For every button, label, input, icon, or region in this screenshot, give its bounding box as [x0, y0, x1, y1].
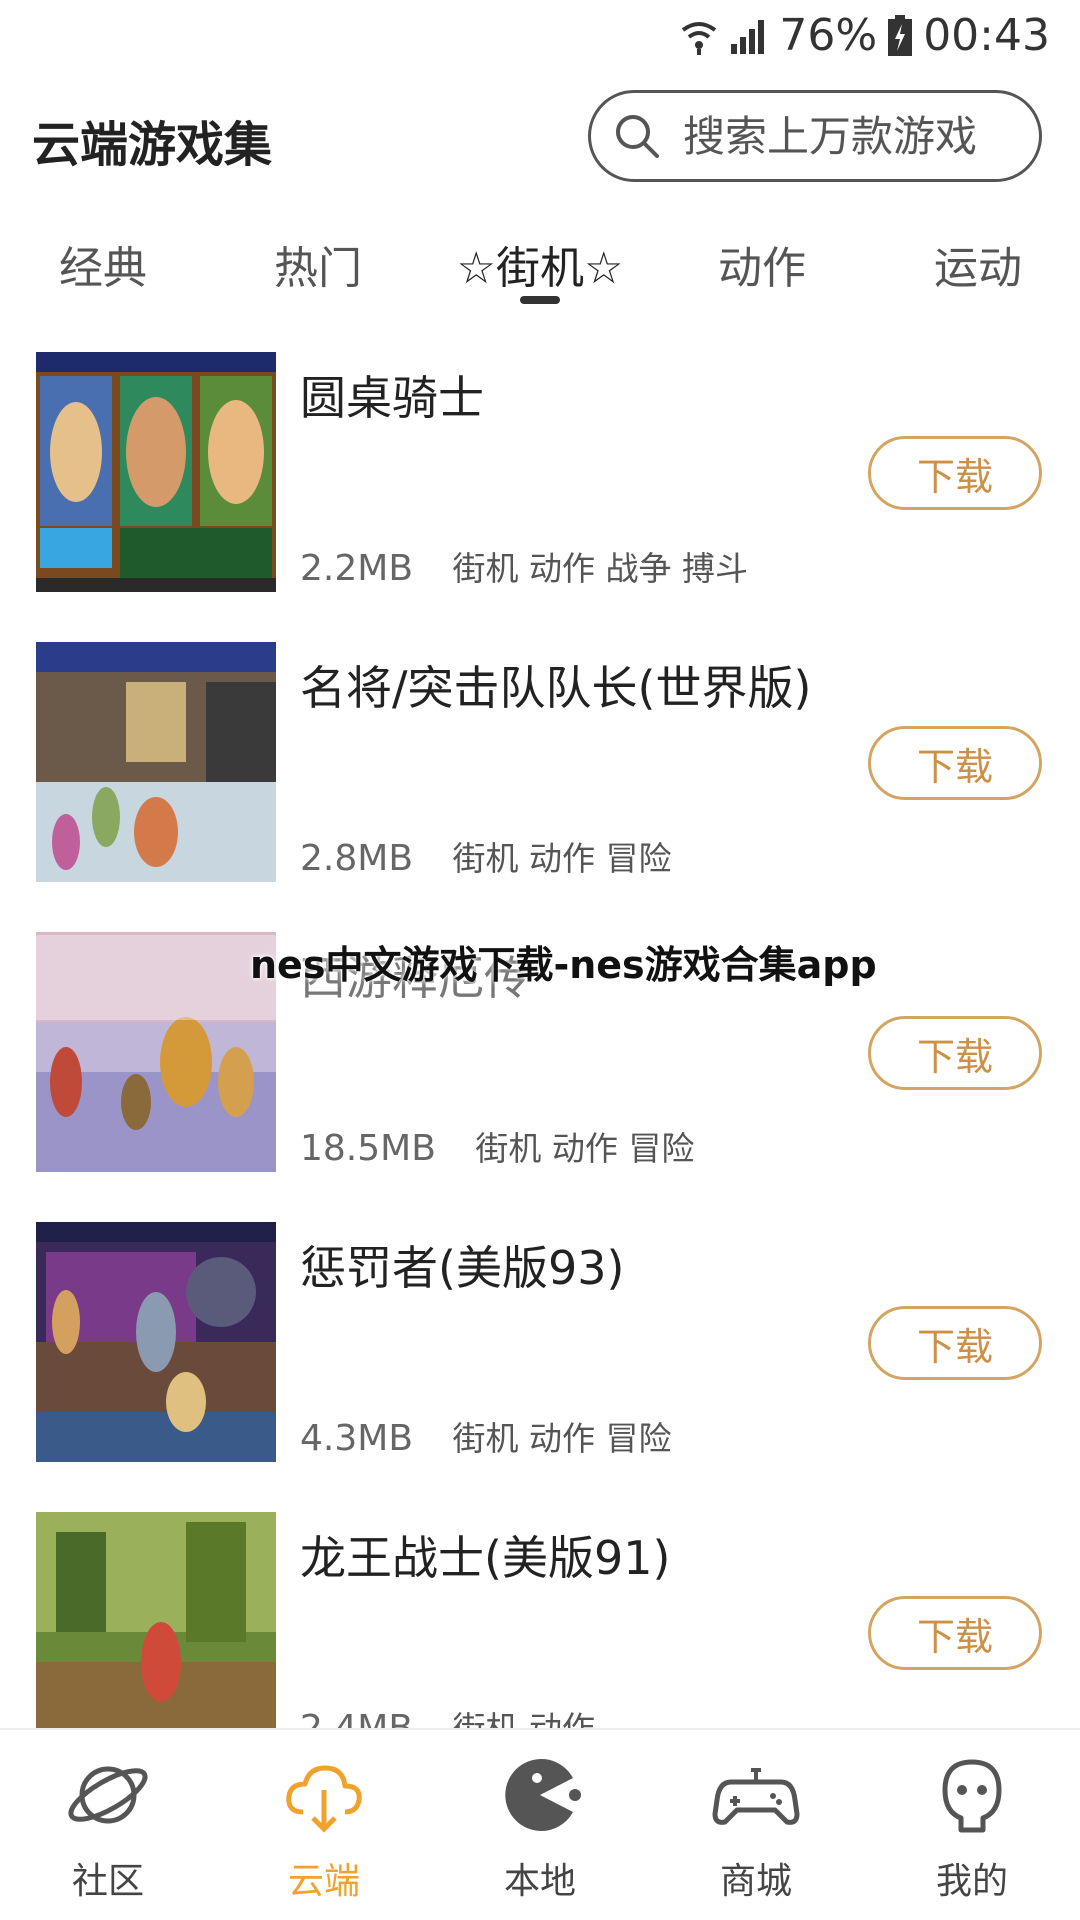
game-tags: 街机 动作 冒险: [475, 1129, 695, 1168]
status-bar: 76% 00:43: [0, 0, 1080, 72]
nav-local[interactable]: 本地: [465, 1750, 615, 1904]
watermark-band: [36, 935, 276, 1020]
game-size: 18.5MB: [300, 1128, 436, 1169]
game-tags: 街机 动作 冒险: [452, 1419, 672, 1458]
watermark-text: nes中文游戏下载-nes游戏合集app: [250, 943, 877, 987]
tab-action[interactable]: 动作: [718, 232, 806, 296]
nav-cloud[interactable]: 云端: [249, 1750, 399, 1904]
tab-indicator: [520, 296, 560, 304]
game-meta: 2.8MB 街机 动作 冒险: [300, 832, 671, 880]
game-size: 4.3MB: [300, 1418, 414, 1459]
tab-classic[interactable]: 经典: [59, 232, 147, 296]
tab-hot[interactable]: 热门: [274, 232, 362, 296]
pacman-icon: [505, 1759, 581, 1831]
clock: 00:43: [923, 10, 1050, 61]
nav-label: 云端: [287, 1861, 360, 1902]
battery-percent: 76%: [779, 10, 878, 61]
game-meta: 2.2MB 街机 动作 战争 搏斗: [300, 542, 748, 590]
profile-icon: [942, 1759, 1002, 1833]
app-title: 云端游戏集: [32, 117, 273, 173]
download-button[interactable]: 下载: [868, 1016, 1042, 1090]
signal-icon: [729, 16, 769, 56]
game-meta: 4.3MB 街机 动作 冒险: [300, 1412, 671, 1460]
game-meta: 2.4MB 街机 动作: [300, 1702, 595, 1730]
game-thumbnail[interactable]: [36, 1222, 276, 1462]
game-meta: 18.5MB 街机 动作 冒险: [300, 1122, 694, 1170]
game-title: 圆桌骑士: [300, 371, 484, 425]
list-item[interactable]: 惩罚者(美版93) 4.3MB 街机 动作 冒险 下载: [0, 1222, 1080, 1512]
list-item[interactable]: 圆桌骑士 2.2MB 街机 动作 战争 搏斗 下载: [0, 352, 1080, 642]
game-thumbnail[interactable]: [36, 642, 276, 882]
battery-icon: [887, 14, 913, 57]
nav-label: 社区: [71, 1861, 144, 1902]
search-box[interactable]: [588, 90, 1042, 182]
download-button[interactable]: 下载: [868, 1306, 1042, 1380]
nav-label: 我的: [935, 1861, 1008, 1902]
search-icon: [616, 115, 659, 158]
status-icons: 76% 00:43: [679, 10, 1050, 61]
game-thumbnail[interactable]: [36, 1512, 276, 1730]
game-thumbnail[interactable]: [36, 352, 276, 592]
cloud-download-icon: [286, 1765, 362, 1833]
nav-label: 商城: [719, 1861, 792, 1902]
tab-sports[interactable]: 运动: [934, 232, 1022, 296]
nav-profile[interactable]: 我的: [897, 1750, 1047, 1904]
game-size: 2.4MB: [300, 1708, 414, 1730]
wifi-icon: [679, 16, 719, 56]
game-tags: 街机 动作: [452, 1709, 595, 1730]
game-tags: 街机 动作 冒险: [452, 839, 672, 878]
nav-store[interactable]: 商城: [681, 1750, 831, 1904]
game-tags: 街机 动作 战争 搏斗: [452, 549, 748, 588]
planet-icon: [68, 1766, 148, 1824]
download-button[interactable]: 下载: [868, 726, 1042, 800]
tab-arcade[interactable]: ☆街机☆: [457, 232, 624, 296]
game-list[interactable]: 圆桌骑士 2.2MB 街机 动作 战争 搏斗 下载 名将/突击队队长(世界版) …: [0, 352, 1080, 1730]
bottom-nav: 社区 云端 本地 商城 我的: [0, 1728, 1080, 1920]
list-item[interactable]: 名将/突击队队长(世界版) 2.8MB 街机 动作 冒险 下载: [0, 642, 1080, 932]
list-item[interactable]: 龙王战士(美版91) 2.4MB 街机 动作 下载: [0, 1512, 1080, 1730]
download-button[interactable]: 下载: [868, 436, 1042, 510]
search-input[interactable]: [681, 110, 1015, 162]
download-button[interactable]: 下载: [868, 1596, 1042, 1670]
game-title: 名将/突击队队长(世界版): [300, 661, 812, 715]
game-title: 龙王战士(美版91): [300, 1531, 671, 1585]
gamepad-icon: [712, 1768, 800, 1825]
nav-community[interactable]: 社区: [33, 1750, 183, 1904]
game-size: 2.2MB: [300, 548, 414, 589]
game-size: 2.8MB: [300, 838, 414, 879]
game-title: 惩罚者(美版93): [300, 1241, 625, 1295]
nav-label: 本地: [503, 1861, 576, 1902]
